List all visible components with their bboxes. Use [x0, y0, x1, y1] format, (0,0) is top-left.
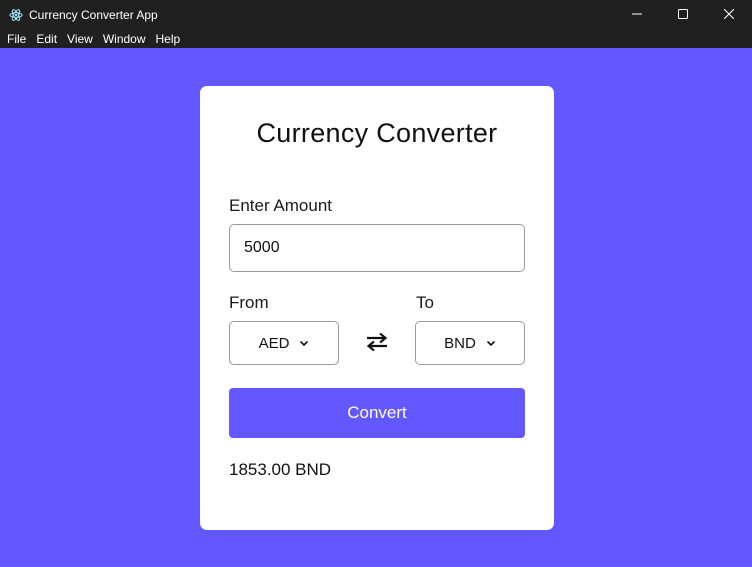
converter-card: Currency Converter Enter Amount From To … [200, 86, 554, 530]
to-currency-value: BND [444, 334, 476, 352]
amount-label: Enter Amount [229, 196, 333, 215]
minimize-button[interactable] [614, 0, 660, 30]
from-currency-select[interactable]: AED [229, 321, 339, 365]
electron-logo-icon [9, 8, 23, 22]
page-title: Currency Converter [256, 118, 498, 148]
title-bar: Currency Converter App [0, 0, 752, 30]
chevron-down-icon [299, 340, 309, 347]
maximize-button[interactable] [660, 0, 706, 30]
swap-arrows-icon[interactable] [363, 330, 391, 354]
menu-window[interactable]: Window [98, 30, 151, 48]
close-icon [723, 6, 735, 24]
menu-help[interactable]: Help [151, 30, 186, 48]
convert-button[interactable]: Convert [229, 388, 525, 438]
app-content: Currency Converter Enter Amount From To … [0, 48, 752, 567]
from-label: From [229, 293, 269, 312]
menu-file[interactable]: File [2, 30, 31, 48]
menu-view[interactable]: View [62, 30, 98, 48]
maximize-icon [678, 6, 688, 24]
minimize-icon [632, 6, 642, 24]
menu-edit[interactable]: Edit [31, 30, 62, 48]
chevron-down-icon [486, 340, 496, 347]
to-currency-select[interactable]: BND [415, 321, 525, 365]
to-label: To [416, 293, 434, 312]
from-currency-value: AED [258, 334, 290, 352]
menu-bar: File Edit View Window Help [0, 30, 752, 48]
amount-input[interactable] [229, 224, 525, 272]
window-controls [614, 0, 752, 30]
window-title: Currency Converter App [29, 8, 158, 22]
close-button[interactable] [706, 0, 752, 30]
conversion-result: 1853.00 BND [229, 460, 332, 479]
